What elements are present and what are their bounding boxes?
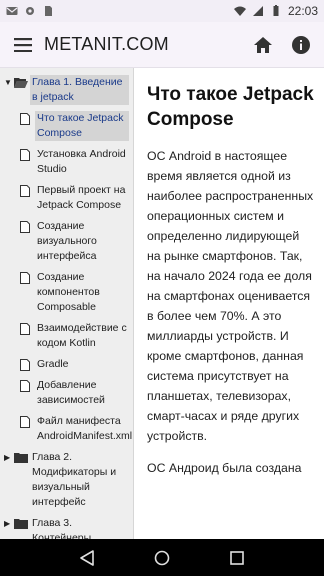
gmail-icon [6,7,18,15]
clock: 22:03 [287,4,318,18]
settings-icon [26,7,34,15]
sidebar-item-label: Установка Android Studio [37,148,126,175]
folder-icon [14,453,28,463]
chapter-label: Глава 1. Введение в jetpack [30,75,129,105]
recents-icon [229,550,244,565]
folder-icon [14,519,28,529]
expanded-arrow-icon[interactable]: ▼ [4,75,14,90]
wifi-icon [233,6,246,16]
collapsed-arrow-icon[interactable]: ▶ [4,516,14,531]
sidebar-item-label: Создание визуального интерфейса [37,220,97,262]
notification-icons [6,5,54,17]
sidebar-item-composable[interactable]: Создание компонентов Composable [0,267,133,318]
system-icons: 22:03 [233,4,318,18]
signal-icon [252,6,263,16]
home-nav-button[interactable] [150,546,174,570]
menu-icon [14,37,32,52]
sidebar-item-dependencies[interactable]: Добавление зависимостей [0,375,133,411]
app-bar: METANIT.COM [0,22,324,68]
sidebar-item-label: Файл манифеста AndroidManifest.xml [37,415,133,442]
sidebar-item-label: Что такое Jetpack Compose [35,111,129,141]
sidebar-item-label: Взаимодействие с кодом Kotlin [37,322,127,349]
sidebar-chapter-2[interactable]: ▶ Глава 2. Модификаторы и визуальный инт… [0,447,133,513]
sidebar-item-what-is-compose[interactable]: Что такое Jetpack Compose [0,108,133,144]
document-icon [20,380,30,392]
sim-icon [45,6,52,16]
article-paragraph: ОС Android в настоящее время является од… [147,149,314,443]
chapter-label: Глава 2. Модификаторы и визуальный интер… [32,451,117,508]
sidebar-chapter-3[interactable]: ▶ Глава 3. Контейнеры [0,513,133,539]
collapsed-arrow-icon[interactable]: ▶ [4,450,14,465]
sidebar-item-label: Gradle [37,358,69,370]
system-nav-bar [0,539,324,576]
sidebar-item-install[interactable]: Установка Android Studio [0,144,133,180]
info-button[interactable] [288,32,314,58]
home-button[interactable] [250,32,276,58]
site-title[interactable]: METANIT.COM [44,34,169,55]
back-icon [80,549,95,566]
battery-icon [273,5,279,16]
document-icon [20,323,30,335]
document-icon [20,185,30,197]
document-icon [20,359,30,371]
article-title: Что такое Jetpack Compose [147,84,314,130]
home-icon [254,36,272,53]
sidebar-item-manifest[interactable]: Файл манифеста AndroidManifest.xml [0,411,133,447]
menu-button[interactable] [10,32,36,58]
document-icon [20,416,30,428]
chapter-label: Глава 3. Контейнеры [32,517,92,539]
sidebar-item-label: Первый проект на Jetpack Compose [37,184,126,211]
sidebar-item-gradle[interactable]: Gradle [0,354,133,375]
sidebar-item-kotlin[interactable]: Взаимодействие с кодом Kotlin [0,318,133,354]
open-folder-icon [14,78,28,88]
status-bar: 22:03 [0,0,324,22]
sidebar-item-label: Создание компонентов Composable [37,271,100,313]
document-icon [20,149,30,161]
sidebar-toc: ▼ Глава 1. Введение в jetpack Что такое … [0,68,134,539]
article-paragraph: ОС Андроид была создана [147,461,302,475]
document-icon [20,113,30,125]
sidebar-item-visual-interface[interactable]: Создание визуального интерфейса [0,216,133,267]
sidebar-item-first-project[interactable]: Первый проект на Jetpack Compose [0,180,133,216]
document-icon [20,221,30,233]
back-button[interactable] [75,546,99,570]
info-icon [292,35,310,54]
article-content: Что такое Jetpack Compose ОС Android в н… [135,68,324,539]
recents-button[interactable] [225,546,249,570]
document-icon [20,272,30,284]
sidebar-item-label: Добавление зависимостей [37,379,105,406]
home-circle-icon [154,550,170,565]
sidebar-chapter-1[interactable]: ▼ Глава 1. Введение в jetpack [0,72,133,108]
